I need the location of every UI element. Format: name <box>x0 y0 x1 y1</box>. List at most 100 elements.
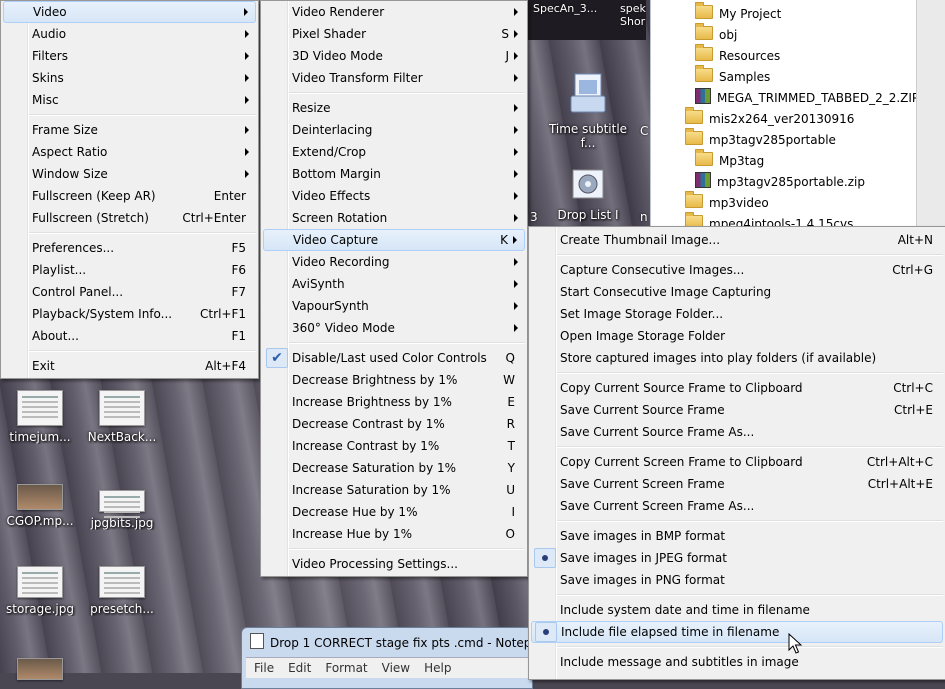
menu-item-create-thumbnail[interactable]: Create Thumbnail Image... Alt+N <box>531 229 943 251</box>
tree-item[interactable]: Resources <box>695 44 780 66</box>
menu-separator <box>29 232 256 234</box>
menu-item-increase-saturation[interactable]: Increase Saturation by 1% U <box>263 479 525 501</box>
menu-item-copy-source-frame[interactable]: Copy Current Source Frame to Clipboard Ct… <box>531 377 943 399</box>
menu-item-save-screen-frame[interactable]: Save Current Screen Frame Ctrl+Alt+E <box>531 473 943 495</box>
menu-item-misc[interactable]: Misc <box>3 89 256 111</box>
menu-item-video-capture[interactable]: Video Capture K <box>263 229 525 251</box>
menu-separator <box>29 114 256 116</box>
tree-item[interactable]: Mp3tag <box>695 149 764 171</box>
menu-item-extend-crop[interactable]: Extend/Crop <box>263 141 525 163</box>
folder-icon <box>685 128 703 145</box>
notepad-menu-bar: File Edit Format View Help <box>246 657 528 678</box>
menu-item-save-source-frame-as[interactable]: Save Current Source Frame As... <box>531 421 943 443</box>
menu-item-skins[interactable]: Skins <box>3 67 256 89</box>
menu-item-playlist[interactable]: Playlist... F6 <box>3 259 256 281</box>
menu-item-save-png[interactable]: Save images in PNG format <box>531 569 943 591</box>
menu-item-about[interactable]: About... F1 <box>3 325 256 347</box>
radio-selected-icon <box>535 622 557 642</box>
chevron-right-icon <box>245 126 249 134</box>
menu-item-video-renderer[interactable]: Video Renderer <box>263 1 525 23</box>
menu-item-avisynth[interactable]: AviSynth <box>263 273 525 295</box>
notepad-title-bar[interactable]: Drop 1 CORRECT stage fix pts .cmd - Note… <box>250 633 546 650</box>
menu-item-pixel-shader[interactable]: Pixel Shader S <box>263 23 525 45</box>
menu-item-screen-rotation[interactable]: Screen Rotation <box>263 207 525 229</box>
menu-item-video-processing-settings[interactable]: Video Processing Settings... <box>263 553 525 575</box>
menu-item-frame-size[interactable]: Frame Size <box>3 119 256 141</box>
menu-item-resize[interactable]: Resize <box>263 97 525 119</box>
desktop-icon-nextback[interactable]: NextBack... <box>82 390 162 444</box>
menu-item-aspect-ratio[interactable]: Aspect Ratio <box>3 141 256 163</box>
gear-icon <box>565 166 611 204</box>
desktop-icon-jpgbits[interactable]: jpgbits.jpg <box>82 490 162 530</box>
desktop-icon-presetch[interactable]: presetch... <box>82 566 162 616</box>
menu-item-deinterlacing[interactable]: Deinterlacing <box>263 119 525 141</box>
chevron-right-icon <box>514 302 518 310</box>
desktop-icon-fragment: C <box>640 124 649 138</box>
menu-separator <box>29 350 256 352</box>
menu-item-video[interactable]: Video <box>3 1 256 23</box>
menu-item-include-system-date[interactable]: Include system date and time in filename <box>531 599 943 621</box>
menu-item-increase-brightness[interactable]: Increase Brightness by 1% E <box>263 391 525 413</box>
menu-item-start-consecutive-capturing[interactable]: Start Consecutive Image Capturing <box>531 281 943 303</box>
tree-item[interactable]: mis2x264_ver20130916 <box>685 107 854 129</box>
menu-item-video-transform-filter[interactable]: Video Transform Filter <box>263 67 525 89</box>
tree-item-label: mp3tagv285portable <box>709 133 836 147</box>
menu-item-video-recording[interactable]: Video Recording <box>263 251 525 273</box>
menu-item-filters[interactable]: Filters <box>3 45 256 67</box>
menu-item-fullscreen-keep-ar[interactable]: Fullscreen (Keep AR) Enter <box>3 185 256 207</box>
menu-item-disable-color-controls[interactable]: ✔ Disable/Last used Color Controls Q <box>263 347 525 369</box>
menu-item-open-storage-folder[interactable]: Open Image Storage Folder <box>531 325 943 347</box>
desktop-icon-timejump[interactable]: timejum... <box>0 390 80 444</box>
menu-item-decrease-contrast[interactable]: Decrease Contrast by 1% R <box>263 413 525 435</box>
menu-item-window-size[interactable]: Window Size <box>3 163 256 185</box>
menu-item-bottom-margin[interactable]: Bottom Margin <box>263 163 525 185</box>
explorer-scrollbar[interactable] <box>916 0 945 230</box>
menu-item-include-elapsed-time[interactable]: Include file elapsed time in filename <box>531 621 943 643</box>
tree-item[interactable]: mp3tagv285portable <box>685 128 836 150</box>
desktop-icon-partial[interactable] <box>0 658 80 684</box>
menu-item-decrease-saturation[interactable]: Decrease Saturation by 1% Y <box>263 457 525 479</box>
menu-item-include-message-subtitles[interactable]: Include message and subtitles in image <box>531 651 943 673</box>
menu-item-copy-screen-frame[interactable]: Copy Current Screen Frame to Clipboard Ct… <box>531 451 943 473</box>
menu-item-exit[interactable]: Exit Alt+F4 <box>3 355 256 377</box>
menu-item-save-source-frame[interactable]: Save Current Source Frame Ctrl+E <box>531 399 943 421</box>
menu-item-save-bmp[interactable]: Save images in BMP format <box>531 525 943 547</box>
menu-item-increase-contrast[interactable]: Increase Contrast by 1% T <box>263 435 525 457</box>
folder-icon <box>685 191 703 208</box>
desktop-icon-drop-list[interactable]: Drop List I <box>548 166 628 222</box>
menu-item-save-screen-frame-as[interactable]: Save Current Screen Frame As... <box>531 495 943 517</box>
menu-item-control-panel[interactable]: Control Panel... F7 <box>3 281 256 303</box>
tree-item[interactable]: My Project <box>695 2 781 24</box>
menu-item-decrease-brightness[interactable]: Decrease Brightness by 1% W <box>263 369 525 391</box>
menu-item-360-video-mode[interactable]: 360° Video Mode <box>263 317 525 339</box>
menu-item-playback-info[interactable]: Playback/System Info... Ctrl+F1 <box>3 303 256 325</box>
menu-item-save-jpeg[interactable]: Save images in JPEG format <box>531 547 943 569</box>
image-thumbnail-icon <box>17 566 63 598</box>
menu-item-audio[interactable]: Audio <box>3 23 256 45</box>
menu-item-vapoursynth[interactable]: VapourSynth <box>263 295 525 317</box>
menu-item-decrease-hue[interactable]: Decrease Hue by 1% I <box>263 501 525 523</box>
desktop-icon-label: Drop List I <box>557 208 619 222</box>
desktop-icon-storage[interactable]: storage.jpg <box>0 566 80 616</box>
menu-item-set-storage-folder[interactable]: Set Image Storage Folder... <box>531 303 943 325</box>
tree-item-label: Samples <box>719 70 771 84</box>
tree-item[interactable]: mp3tagv285portable.zip <box>695 172 865 192</box>
menu-item-store-in-play-folders[interactable]: Store captured images into play folders … <box>531 347 943 369</box>
desktop-icon-time-subtitle[interactable]: Time subtitle f... <box>548 72 628 150</box>
notepad-title: Drop 1 CORRECT stage fix pts .cmd - Note… <box>270 636 547 650</box>
menu-item-3d-video-mode[interactable]: 3D Video Mode J <box>263 45 525 67</box>
notepad-window[interactable]: Drop 1 CORRECT stage fix pts .cmd - Note… <box>241 627 546 689</box>
menu-item-increase-hue[interactable]: Increase Hue by 1% O <box>263 523 525 545</box>
desktop-icon-cgop[interactable]: CGOP.mp... <box>0 484 80 528</box>
menu-item-capture-consecutive[interactable]: Capture Consecutive Images... Ctrl+G <box>531 259 943 281</box>
menu-item-video-effects[interactable]: Video Effects <box>263 185 525 207</box>
tree-item[interactable]: Samples <box>695 65 771 87</box>
folder-icon <box>695 23 713 40</box>
folder-icon <box>695 44 713 61</box>
menu-item-fullscreen-stretch[interactable]: Fullscreen (Stretch) Ctrl+Enter <box>3 207 256 229</box>
tree-item[interactable]: MEGA_TRIMMED_TABBED_2_2.ZIP <box>695 88 919 108</box>
tree-item[interactable]: obj <box>695 23 737 45</box>
menu-item-preferences[interactable]: Preferences... F5 <box>3 237 256 259</box>
tree-item[interactable]: mp3video <box>685 191 769 213</box>
chevron-right-icon <box>245 30 249 38</box>
